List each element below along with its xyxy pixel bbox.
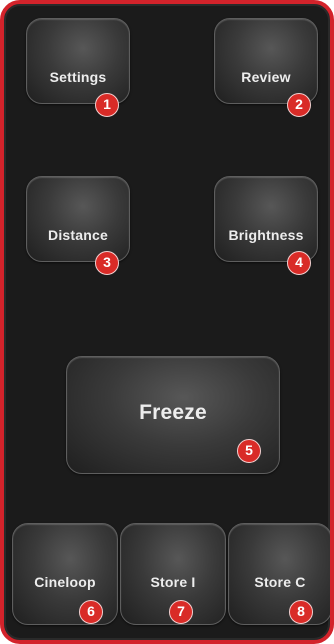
callout-badge-4: 4 (287, 251, 311, 275)
distance-button-label: Distance (48, 227, 108, 243)
brightness-button-label: Brightness (228, 227, 304, 243)
callout-badge-7: 7 (169, 600, 193, 624)
callout-badge-6: 6 (79, 600, 103, 624)
store-c-button[interactable]: Store C 8 (228, 523, 330, 625)
brightness-button[interactable]: Brightness 4 (214, 176, 318, 275)
callout-badge-1: 1 (95, 93, 119, 117)
store-i-button[interactable]: Store I 7 (120, 523, 226, 625)
callout-badge-5: 5 (237, 439, 261, 463)
freeze-button[interactable]: Freeze 5 (66, 356, 280, 474)
settings-button[interactable]: Settings 1 (26, 18, 130, 117)
callout-badge-3: 3 (95, 251, 119, 275)
store-c-button-label: Store C (254, 574, 306, 590)
review-button[interactable]: Review 2 (214, 18, 318, 117)
cineloop-button-label: Cineloop (34, 574, 96, 590)
freeze-button-label: Freeze (139, 401, 207, 424)
cineloop-button[interactable]: Cineloop 6 (12, 523, 118, 625)
callout-badge-2: 2 (287, 93, 311, 117)
settings-button-label: Settings (49, 69, 107, 85)
distance-button[interactable]: Distance 3 (26, 176, 130, 275)
review-button-label: Review (241, 69, 291, 85)
callout-badge-8: 8 (289, 600, 313, 624)
control-panel: Settings 1 Review 2 Distance 3 Brightnes… (0, 0, 334, 644)
store-i-button-label: Store I (150, 574, 196, 590)
